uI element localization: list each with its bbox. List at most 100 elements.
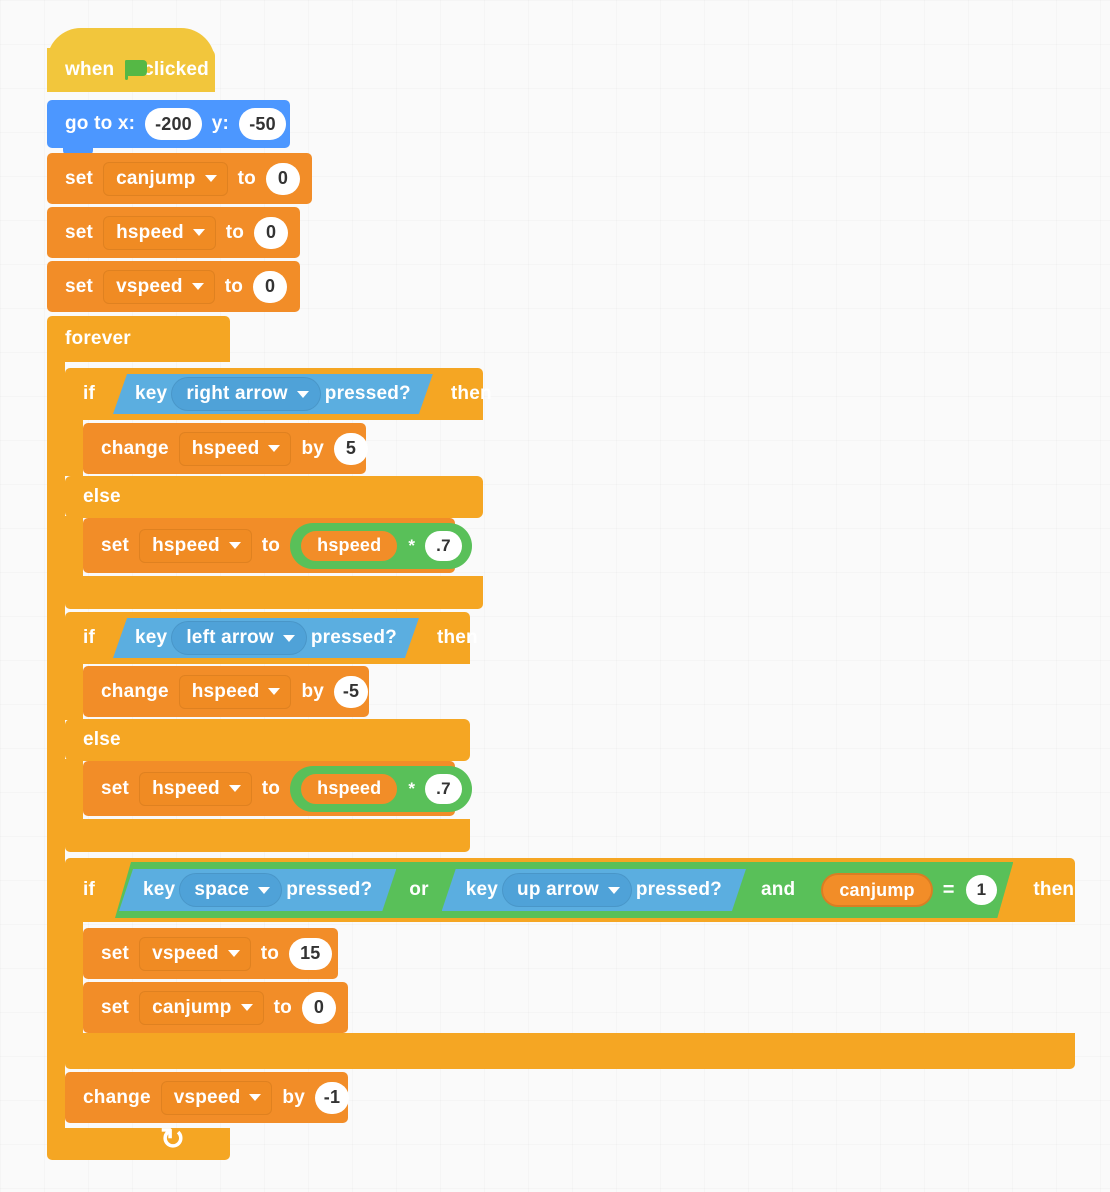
set-canjump-jump-block[interactable]: set canjump to 0: [83, 982, 348, 1033]
if-label: if: [83, 879, 96, 900]
and-operator-block[interactable]: key space pressed? or key up arrow press…: [115, 862, 1013, 918]
multiply-right-operand-input[interactable]: .7: [425, 530, 462, 561]
variable-name: vspeed: [173, 1086, 241, 1108]
go-to-y-label: y:: [211, 113, 230, 134]
multiply-operator-block-right[interactable]: hspeed * .7: [290, 522, 472, 569]
change-vspeed-gravity-block[interactable]: change vspeed by -1: [65, 1072, 349, 1123]
forever-block-header[interactable]: forever: [47, 316, 230, 362]
chevron-down-icon: [268, 445, 281, 452]
scratch-workspace[interactable]: when clicked go to x: -200 y: -50 set ca…: [0, 0, 1110, 1192]
chevron-down-icon: [268, 688, 281, 695]
y-value-input[interactable]: -50: [239, 108, 286, 140]
chevron-down-icon: [240, 1004, 253, 1011]
set-value-input[interactable]: 0: [265, 162, 300, 195]
multiply-operator-block-left[interactable]: hspeed * .7: [290, 765, 472, 812]
pressed-label: pressed?: [310, 627, 397, 648]
else-label: else: [83, 486, 121, 507]
forever-left-wall: [47, 360, 65, 1150]
to-label: to: [224, 275, 244, 297]
set-value-input[interactable]: 0: [301, 991, 336, 1024]
variable-dropdown-hspeed[interactable]: hspeed: [139, 528, 252, 563]
multiply-right-operand-input[interactable]: .7: [425, 773, 462, 804]
chevron-down-icon: [228, 785, 241, 792]
hspeed-variable-reporter[interactable]: hspeed: [299, 771, 400, 806]
key-name: right arrow: [186, 383, 288, 404]
variable-dropdown-canjump[interactable]: canjump: [139, 990, 264, 1025]
if-left-arrow-header[interactable]: if key left arrow pressed? then: [65, 612, 478, 664]
if-jump-left-wall: [65, 920, 83, 1033]
key-dropdown-left-arrow[interactable]: left arrow: [171, 621, 307, 655]
key-dropdown-space[interactable]: space: [179, 873, 282, 907]
set-label: set: [101, 777, 130, 799]
set-hspeed-block[interactable]: set hspeed to 0: [47, 207, 300, 258]
set-value-input[interactable]: 0: [253, 270, 288, 303]
change-hspeed-block-right[interactable]: change hspeed by 5: [83, 423, 369, 474]
chevron-down-icon: [283, 635, 295, 642]
set-hspeed-decay-block-left[interactable]: set hspeed to hspeed * .7: [83, 761, 472, 816]
if-right-arrow-header[interactable]: if key right arrow pressed? then: [65, 368, 492, 420]
change-hspeed-block-left[interactable]: change hspeed by -5: [83, 666, 369, 717]
key-pressed-predicate-right[interactable]: key right arrow pressed?: [113, 374, 433, 414]
variable-dropdown-canjump[interactable]: canjump: [103, 161, 228, 196]
key-name: left arrow: [186, 627, 274, 648]
variable-dropdown-vspeed[interactable]: vspeed: [160, 1080, 273, 1115]
hspeed-variable-reporter[interactable]: hspeed: [299, 528, 400, 563]
set-label: set: [101, 534, 130, 556]
variable-dropdown-vspeed[interactable]: vspeed: [103, 269, 215, 304]
if-label: if: [83, 627, 96, 648]
chevron-down-icon: [227, 950, 240, 957]
variable-dropdown-hspeed[interactable]: hspeed: [103, 215, 216, 250]
change-value-input[interactable]: 5: [334, 432, 369, 465]
key-dropdown-up-arrow[interactable]: up arrow: [502, 873, 632, 907]
chevron-down-icon: [608, 887, 620, 894]
set-label: set: [65, 221, 94, 243]
else-bar-left-arrow: else: [65, 719, 470, 761]
set-hspeed-decay-block-right[interactable]: set hspeed to hspeed * .7: [83, 518, 472, 573]
change-value-input[interactable]: -1: [314, 1081, 349, 1114]
key-name: up arrow: [517, 879, 599, 900]
set-canjump-block[interactable]: set canjump to 0: [47, 153, 312, 204]
and-label: and: [760, 879, 796, 900]
forever-label: forever: [65, 328, 131, 349]
set-value-input[interactable]: 0: [254, 216, 289, 249]
key-dropdown-right-arrow[interactable]: right arrow: [171, 377, 320, 411]
key-pressed-predicate-left[interactable]: key left arrow pressed?: [113, 618, 419, 658]
equals-right-operand-input[interactable]: 1: [966, 875, 998, 905]
set-label: set: [101, 942, 130, 964]
then-label: then: [436, 627, 478, 648]
set-vspeed-jump-block[interactable]: set vspeed to 15: [83, 928, 338, 979]
if-left-arrow-left-wall: [65, 662, 83, 720]
key-pressed-predicate-space[interactable]: key space pressed?: [119, 869, 396, 911]
variable-dropdown-hspeed[interactable]: hspeed: [139, 771, 252, 806]
variable-name: vspeed: [152, 942, 219, 964]
to-label: to: [225, 221, 245, 243]
to-label: to: [237, 167, 256, 189]
variable-name: canjump: [116, 167, 196, 189]
to-label: to: [260, 942, 280, 964]
if-jump-header[interactable]: if key space pressed? or key up arrow pr…: [65, 858, 1075, 922]
pressed-label: pressed?: [324, 383, 411, 404]
if-label: if: [83, 383, 96, 404]
variable-dropdown-vspeed[interactable]: vspeed: [139, 936, 251, 971]
or-operator-block[interactable]: key space pressed? or key up arrow press…: [117, 866, 748, 914]
set-vspeed-block[interactable]: set vspeed to 0: [47, 261, 300, 312]
canjump-variable-reporter[interactable]: canjump: [821, 873, 932, 907]
variable-dropdown-hspeed[interactable]: hspeed: [178, 674, 292, 709]
x-value-input[interactable]: -200: [145, 108, 202, 140]
or-label: or: [409, 879, 429, 900]
set-label: set: [65, 167, 94, 189]
pressed-label: pressed?: [286, 879, 373, 900]
set-label: set: [65, 275, 94, 297]
if-jump-foot: [65, 1033, 1075, 1069]
change-value-input[interactable]: -5: [334, 675, 369, 708]
go-to-xy-block[interactable]: go to x: -200 y: -50: [47, 100, 290, 148]
when-flag-clicked-block[interactable]: when clicked: [47, 48, 215, 92]
variable-dropdown-hspeed[interactable]: hspeed: [178, 431, 292, 466]
else-left-wall-left-arrow: [65, 759, 83, 821]
chevron-down-icon: [192, 229, 205, 236]
change-label: change: [83, 1086, 151, 1108]
if-right-arrow-left-wall: [65, 418, 83, 476]
equals-operator-block[interactable]: canjump = 1: [808, 866, 1011, 914]
set-value-input[interactable]: 15: [289, 937, 332, 970]
key-pressed-predicate-up[interactable]: key up arrow pressed?: [442, 869, 746, 911]
